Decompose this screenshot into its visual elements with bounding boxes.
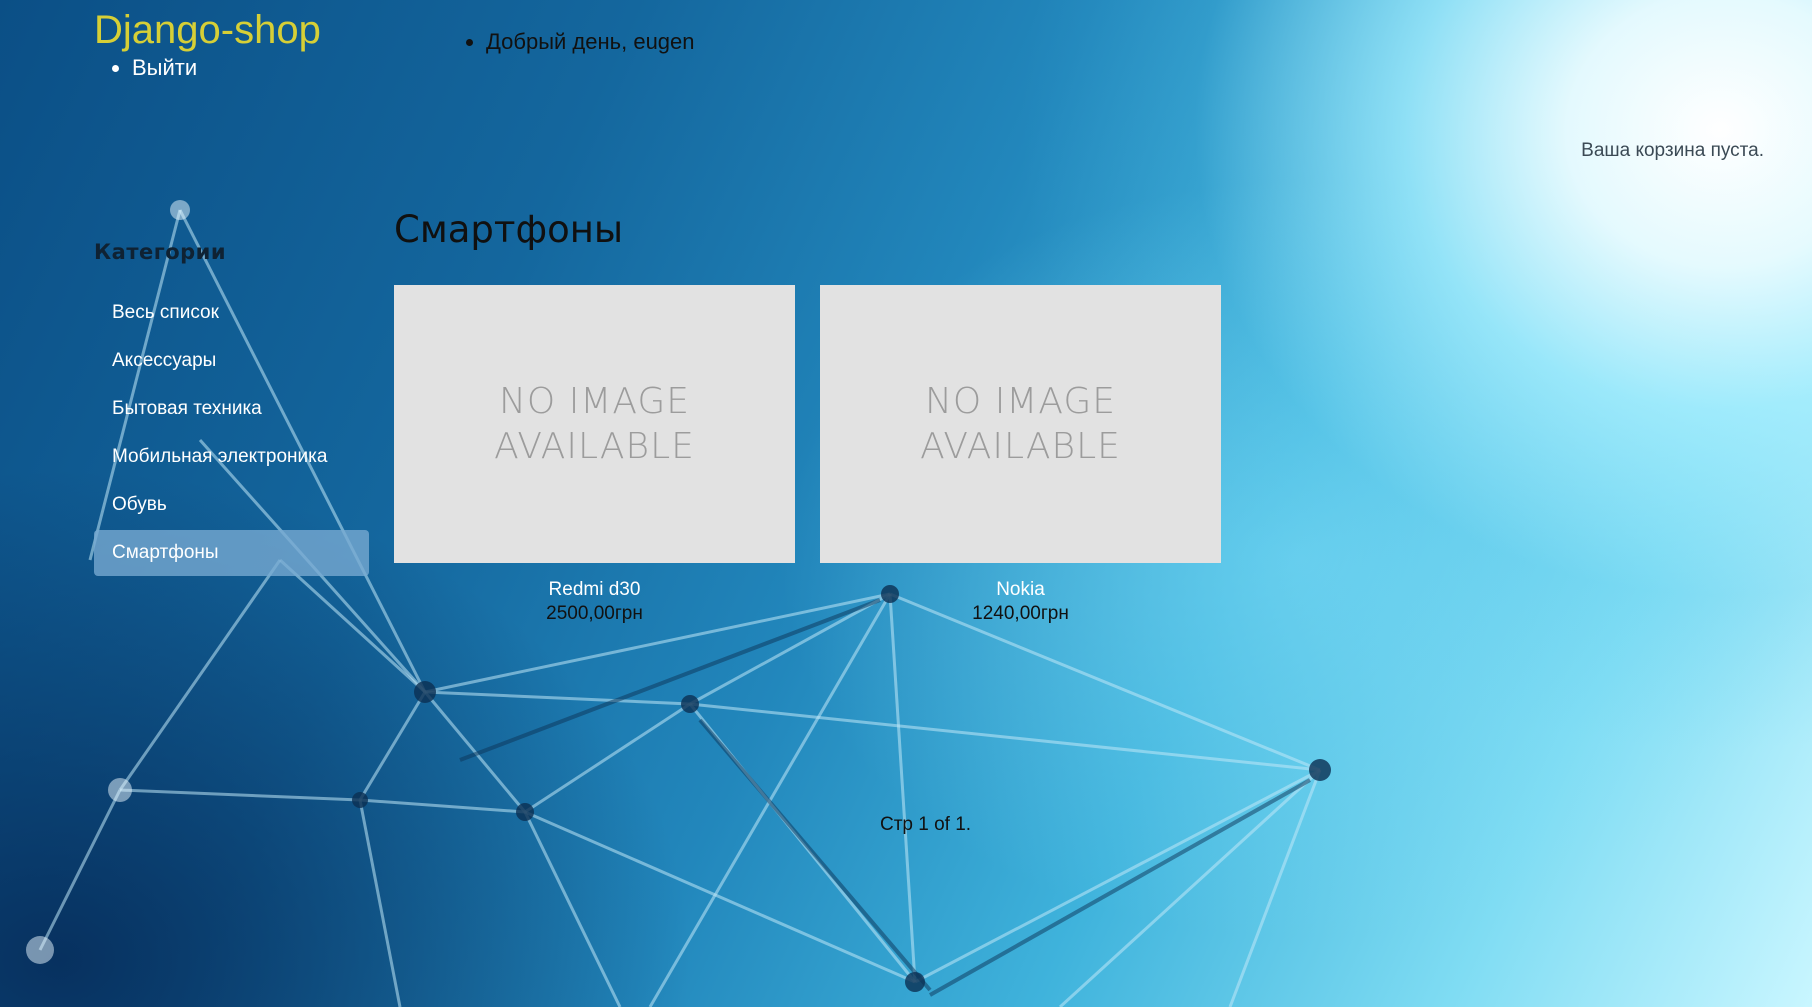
product-name-link[interactable]: Nokia [820,579,1221,601]
sidebar: Категории Весь список Аксессуары Бытовая… [94,240,369,578]
bullet-icon [466,38,473,46]
product-image-placeholder[interactable]: NO IMAGE AVAILABLE [820,285,1221,563]
sidebar-item-shoes[interactable]: Обувь [94,482,369,528]
sidebar-item-label[interactable]: Аксессуары [112,350,216,372]
user-menu: Выйти [112,54,197,82]
product-price: 1240,00грн [972,603,1069,624]
sidebar-item-smartphones[interactable]: Смартфоны [94,530,369,576]
sidebar-title: Категории [94,240,227,264]
page-title: Смартфоны [394,208,624,251]
sidebar-item-label[interactable]: Смартфоны [112,542,219,564]
sidebar-item-label[interactable]: Бытовая техника [112,398,262,420]
no-image-text: NO IMAGE AVAILABLE [494,381,695,467]
sidebar-item-label[interactable]: Весь список [112,302,219,324]
logout-label[interactable]: Выйти [132,54,197,82]
product-name-link[interactable]: Redmi d30 [394,579,795,601]
no-image-text: NO IMAGE AVAILABLE [920,381,1121,467]
cart-status: Ваша корзина пуста. [1581,140,1764,161]
sidebar-item-mobile-electronics[interactable]: Мобильная электроника [94,434,369,480]
site-logo[interactable]: Django-shop [94,6,321,54]
product-card: NO IMAGE AVAILABLE Redmi d30 2500,00грн [394,285,795,625]
logout-link[interactable]: Выйти [112,54,197,82]
greeting-text: Добрый день, eugen [486,29,695,54]
category-list: Весь список Аксессуары Бытовая техника М… [94,290,369,576]
sidebar-item-appliances[interactable]: Бытовая техника [94,386,369,432]
product-grid: NO IMAGE AVAILABLE Redmi d30 2500,00грн … [394,285,1254,625]
sidebar-item-label[interactable]: Обувь [112,494,167,516]
product-card: NO IMAGE AVAILABLE Nokia 1240,00грн [820,285,1221,625]
pagination-info: Стр 1 of 1. [880,814,972,835]
product-price: 2500,00грн [546,603,643,624]
sidebar-item-label[interactable]: Мобильная электроника [112,446,327,468]
bullet-icon [112,64,119,72]
sidebar-item-accessories[interactable]: Аксессуары [94,338,369,384]
product-image-placeholder[interactable]: NO IMAGE AVAILABLE [394,285,795,563]
main-content: Смартфоны NO IMAGE AVAILABLE Redmi d30 2… [394,200,1254,625]
sidebar-item-all[interactable]: Весь список [94,290,369,336]
greeting-item: Добрый день, eugen [466,28,695,56]
greeting-menu: Добрый день, eugen [466,28,695,56]
